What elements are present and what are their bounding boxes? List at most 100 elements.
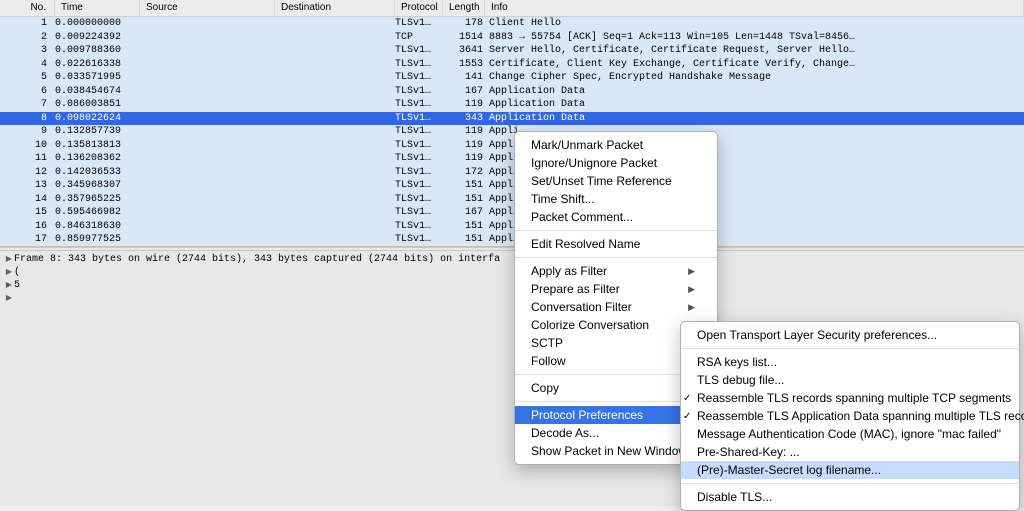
submenu-premaster-secret[interactable]: (Pre)-Master-Secret log filename... [681,461,1019,479]
cell-length: 167 [443,206,485,220]
packet-list-panel: No. Time Source Destination Protocol Len… [0,0,1024,247]
cell-destination [275,139,395,153]
cell-time: 0.009788360 [55,44,140,58]
cell-time: 0.038454674 [55,85,140,99]
submenu-reassemble-records[interactable]: ✓Reassemble TLS records spanning multipl… [681,389,1019,407]
submenu-psk[interactable]: Pre-Shared-Key: ... [681,443,1019,461]
col-header-length[interactable]: Length [443,0,485,16]
cell-source [140,85,275,99]
cell-info: Client Hello [485,17,1024,31]
col-header-source[interactable]: Source [140,0,275,16]
cell-protocol: TLSv1… [395,125,443,139]
cell-source [140,233,275,247]
submenu-disable-tls[interactable]: Disable TLS... [681,488,1019,506]
cell-destination [275,220,395,234]
cell-time: 0.136208362 [55,152,140,166]
cell-source [140,31,275,45]
menu-edit-resolved-name[interactable]: Edit Resolved Name [515,235,717,253]
menu-time-reference[interactable]: Set/Unset Time Reference [515,172,717,190]
packet-row[interactable]: 10.000000000TLSv1…178Client Hello [0,17,1024,31]
expand-icon[interactable]: ▶ [4,279,14,292]
cell-protocol: TLSv1… [395,233,443,247]
cell-no: 15 [0,206,55,220]
packet-row[interactable]: 170.859977525TLSv1…151Appli [0,233,1024,247]
cell-no: 11 [0,152,55,166]
packet-row[interactable]: 20.009224392TCP15148883 → 55754 [ACK] Se… [0,31,1024,45]
cell-no: 2 [0,31,55,45]
cell-destination [275,98,395,112]
packet-row[interactable]: 90.132857739TLSv1…119Appli [0,125,1024,139]
col-header-protocol[interactable]: Protocol [395,0,443,16]
col-header-info[interactable]: Info [485,0,1024,16]
submenu-open-tls-prefs[interactable]: Open Transport Layer Security preference… [681,326,1019,344]
packet-row[interactable]: 50.033571995TLSv1…141Change Cipher Spec,… [0,71,1024,85]
col-header-no[interactable]: No. [0,0,55,16]
packet-row[interactable]: 80.098022624TLSv1…343Application Data [0,112,1024,126]
submenu-mac-ignore[interactable]: Message Authentication Code (MAC), ignor… [681,425,1019,443]
cell-protocol: TLSv1… [395,98,443,112]
packet-row[interactable]: 70.086003851TLSv1…119Application Data [0,98,1024,112]
submenu-tls-debug[interactable]: TLS debug file... [681,371,1019,389]
cell-length: 119 [443,152,485,166]
cell-protocol: TLSv1… [395,193,443,207]
expand-icon[interactable]: ▶ [4,266,14,279]
cell-source [140,44,275,58]
menu-prepare-as-filter[interactable]: Prepare as Filter▶ [515,280,717,298]
cell-time: 0.859977525 [55,233,140,247]
cell-length: 141 [443,71,485,85]
menu-ignore-packet[interactable]: Ignore/Unignore Packet [515,154,717,172]
cell-time: 0.595466982 [55,206,140,220]
cell-time: 0.022616338 [55,58,140,72]
packet-row[interactable]: 140.357965225TLSv1…151Appli [0,193,1024,207]
menu-separator [515,230,717,231]
cell-no: 3 [0,44,55,58]
menu-conversation-filter[interactable]: Conversation Filter▶ [515,298,717,316]
submenu-reassemble-appdata[interactable]: ✓Reassemble TLS Application Data spannin… [681,407,1019,425]
packet-row[interactable]: 150.595466982TLSv1…167Appli [0,206,1024,220]
cell-source [140,17,275,31]
menu-packet-comment[interactable]: Packet Comment... [515,208,717,226]
menu-apply-as-filter[interactable]: Apply as Filter▶ [515,262,717,280]
submenu-arrow-icon: ▶ [688,302,695,313]
cell-time: 0.135813813 [55,139,140,153]
submenu-rsa-keys[interactable]: RSA keys list... [681,353,1019,371]
packet-rows[interactable]: 10.000000000TLSv1…178Client Hello20.0092… [0,17,1024,247]
cell-destination [275,71,395,85]
cell-protocol: TLSv1… [395,44,443,58]
cell-info: Application Data [485,85,1024,99]
expand-icon[interactable]: ▶ [4,292,14,305]
col-header-time[interactable]: Time [55,0,140,16]
packet-row[interactable]: 30.009788360TLSv1…3641Server Hello, Cert… [0,44,1024,58]
col-header-destination[interactable]: Destination [275,0,395,16]
packet-row[interactable]: 110.136208362TLSv1…119Appli [0,152,1024,166]
cell-protocol: TLSv1… [395,85,443,99]
menu-time-shift[interactable]: Time Shift... [515,190,717,208]
cell-length: 151 [443,193,485,207]
menu-mark-packet[interactable]: Mark/Unmark Packet [515,136,717,154]
cell-no: 6 [0,85,55,99]
cell-no: 17 [0,233,55,247]
packet-row[interactable]: 40.022616338TLSv1…1553Certificate, Clien… [0,58,1024,72]
packet-row[interactable]: 60.038454674 TLSv1…167Application Data [0,85,1024,99]
cell-no: 1 [0,17,55,31]
cell-source [140,139,275,153]
cell-length: 151 [443,233,485,247]
cell-destination [275,112,395,126]
packet-row[interactable]: 100.135813813TLSv1…119Appli [0,139,1024,153]
cell-source [140,98,275,112]
expand-icon[interactable]: ▶ [4,253,14,266]
menu-separator [681,348,1019,349]
packet-row[interactable]: 160.846318630TLSv1…151Appli [0,220,1024,234]
cell-info: Certificate, Client Key Exchange, Certif… [485,58,1024,72]
packet-row[interactable]: 130.345968307TLSv1…151Appli [0,179,1024,193]
cell-length: 151 [443,220,485,234]
cell-destination [275,44,395,58]
cell-length: 343 [443,112,485,126]
cell-source [140,152,275,166]
cell-time: 0.000000000 [55,17,140,31]
cell-length: 167 [443,85,485,99]
cell-protocol: TLSv1… [395,179,443,193]
cell-time: 0.033571995 [55,71,140,85]
packet-row[interactable]: 120.142036533TLSv1…172Appli ta [0,166,1024,180]
cell-protocol: TLSv1… [395,139,443,153]
